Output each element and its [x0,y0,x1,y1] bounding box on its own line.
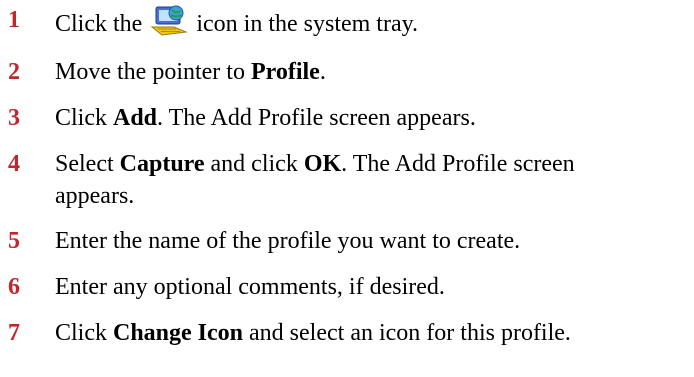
step-text-part: and select an icon for this profile. [243,320,571,346]
ui-term-ok: OK [303,151,342,177]
step-text-part: Move the pointer to [55,59,251,85]
ui-term-capture: Capture [119,151,205,177]
step-text-part: Click [55,320,113,346]
step-text-part: Select [55,151,120,177]
step-text-part: . [319,59,326,85]
step-text-part: and click [204,151,304,177]
network-utility-icon [150,5,189,36]
step-text: Enter the name of the profile you want t… [55,228,521,254]
step-text: Click the icon in the system tray. [55,5,690,39]
step-text: Move the pointer to Profile. [55,57,690,87]
step-text-part: Click the [55,11,149,37]
ui-term-change-icon: Change Icon [113,320,244,346]
step-number: 3 [8,105,20,131]
step-number: 6 [8,274,20,300]
step-text-part: . The Add Profile screen appears. [157,105,476,131]
step-number: 2 [8,59,20,85]
step-text: Enter any optional comments, if desired. [55,274,445,300]
step-number: 1 [8,7,20,33]
step-text: Click Change Icon and select an icon for… [55,318,690,348]
step-text-part: icon in the system tray. [190,11,419,37]
step-number: 4 [8,151,20,177]
ui-term-add: Add [113,105,158,131]
step-text: Click Add. The Add Profile screen appear… [55,103,690,133]
step-text: Select Capture and click OK. The Add Pro… [55,149,690,179]
step-text-part: . The Add Profile screen [341,151,575,177]
step-text-part: Click [55,105,113,131]
step-text: appears. [55,183,135,209]
step-number: 5 [8,228,20,254]
step-number: 7 [8,320,20,346]
ui-term-profile: Profile [250,59,320,85]
